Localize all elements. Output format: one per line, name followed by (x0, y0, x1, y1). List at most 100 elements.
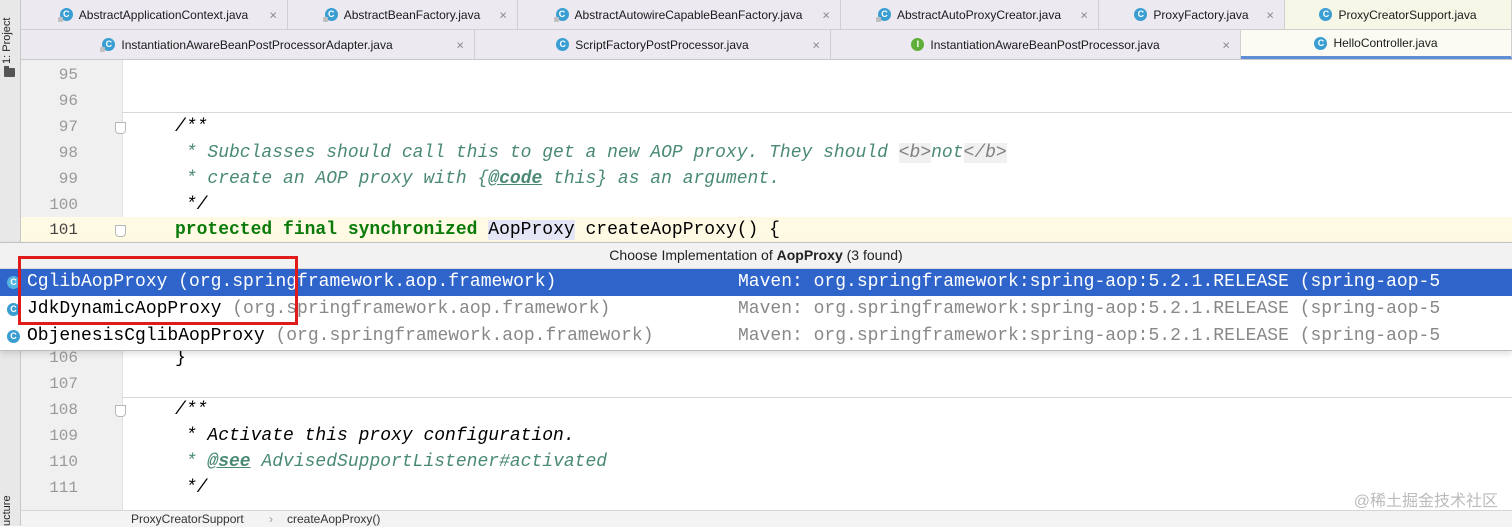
fold-icon[interactable] (115, 405, 126, 417)
line-number: 108 (49, 401, 78, 419)
code-line: 107 (21, 371, 1512, 397)
code-line: 100 */ (21, 192, 1512, 218)
tab-label: AbstractApplicationContext.java (78, 7, 249, 22)
close-icon[interactable]: × (1266, 7, 1274, 22)
code-line: 109 * Activate this proxy configuration. (21, 423, 1512, 449)
close-icon[interactable]: × (812, 37, 820, 52)
code-line: 108 /** (21, 397, 1512, 423)
tab-instantiation-aware-bpp-adapter[interactable]: C InstantiationAwareBeanPostProcessorAda… (21, 30, 475, 59)
tab-abstract-bean-factory[interactable]: C AbstractBeanFactory.java × (288, 0, 518, 29)
line-number: 111 (49, 479, 78, 497)
tab-label: InstantiationAwareBeanPostProcessorAdapt… (121, 37, 393, 52)
code-line: 111 */ (21, 475, 1512, 501)
abstract-class-icon: C (875, 8, 891, 22)
class-icon: C (7, 330, 20, 343)
class-icon: C (1314, 36, 1328, 50)
breadcrumb-class[interactable]: ProxyCreatorSupport (131, 511, 244, 527)
tab-abstract-application-context[interactable]: C AbstractApplicationContext.java × (21, 0, 288, 29)
abstract-class-icon: C (322, 8, 338, 22)
doc-comment: */ (175, 195, 208, 215)
line-number: 100 (49, 196, 78, 214)
class-icon: C (556, 38, 570, 51)
breadcrumb: ProxyCreatorSupport › createAopProxy() (21, 510, 1512, 527)
type-reference: AopProxy (488, 220, 575, 240)
editor-tabs-row-2: C InstantiationAwareBeanPostProcessorAda… (21, 30, 1512, 60)
method-signature: protected final synchronized AopProxy cr… (175, 220, 780, 240)
class-icon: C (7, 276, 20, 289)
tab-proxy-creator-support[interactable]: C ProxyCreatorSupport.java (1285, 0, 1512, 29)
class-name: CglibAopProxy (27, 272, 168, 292)
close-icon[interactable]: × (499, 7, 507, 22)
code-line: 99 * create an AOP proxy with {@code thi… (21, 166, 1512, 192)
editor-tabs-row-1: C AbstractApplicationContext.java × C Ab… (21, 0, 1512, 30)
line-number: 96 (58, 92, 78, 110)
close-icon[interactable]: × (1222, 37, 1230, 52)
folder-icon (4, 66, 15, 77)
fold-icon[interactable] (115, 122, 126, 134)
implementation-item-objenesis-cglib[interactable]: C ObjenesisCglibAopProxy (org.springfram… (0, 323, 1512, 350)
structure-tool-button[interactable]: ucture (1, 490, 19, 526)
package-name: (org.springframework.aop.framework) (167, 272, 557, 292)
tab-abstract-autowire-capable-bean-factory[interactable]: C AbstractAutowireCapableBeanFactory.jav… (518, 0, 841, 29)
chevron-right-icon: › (269, 512, 273, 526)
close-icon[interactable]: × (269, 7, 277, 22)
line-number: 95 (58, 66, 78, 84)
line-number: 110 (49, 453, 78, 471)
library-label: Maven: org.springframework:spring-aop:5.… (738, 326, 1441, 346)
package-name: (org.springframework.aop.framework) (264, 326, 654, 346)
tab-label: AbstractBeanFactory.java (343, 7, 481, 22)
abstract-class-icon: C (100, 38, 116, 52)
tab-label: HelloController.java (1333, 36, 1438, 50)
doc-comment: * @see AdvisedSupportListener#activated (175, 452, 608, 472)
line-number: 97 (58, 118, 78, 136)
abstract-class-icon: C (553, 8, 569, 22)
class-icon: C (1319, 8, 1333, 21)
class-icon: C (1134, 8, 1148, 21)
close-icon[interactable]: × (456, 37, 464, 52)
close-icon[interactable]: × (822, 7, 830, 22)
tab-label: ScriptFactoryPostProcessor.java (575, 37, 749, 52)
close-icon[interactable]: × (1080, 7, 1088, 22)
doc-comment: */ (175, 478, 208, 498)
doc-comment: * create an AOP proxy with {@code this} … (175, 169, 780, 189)
line-number: 101 (49, 221, 78, 239)
implementation-item-jdk-dynamic[interactable]: C JdkDynamicAopProxy (org.springframewor… (0, 296, 1512, 323)
class-icon: C (7, 303, 20, 316)
breadcrumb-method[interactable]: createAopProxy() (287, 511, 380, 527)
choose-implementation-popup: Choose Implementation of AopProxy (3 fou… (0, 242, 1512, 351)
project-tool-button[interactable]: 1: Project (1, 2, 19, 64)
library-label: Maven: org.springframework:spring-aop:5.… (738, 272, 1441, 292)
code-line: 97 /** (21, 114, 1512, 140)
code-line: 98 * Subclasses should call this to get … (21, 140, 1512, 166)
watermark: @稀土掘金技术社区 (1353, 493, 1498, 510)
tab-label: InstantiationAwareBeanPostProcessor.java (930, 37, 1160, 52)
current-code-line: 101 protected final synchronized AopProx… (21, 217, 1512, 243)
doc-comment: /** (175, 117, 208, 137)
line-number: 99 (58, 170, 78, 188)
tab-instantiation-aware-bpp[interactable]: I InstantiationAwareBeanPostProcessor.ja… (831, 30, 1241, 59)
fold-icon[interactable] (115, 225, 126, 237)
doc-comment: * Activate this proxy configuration. (175, 426, 575, 446)
code-line: 96 (21, 88, 1512, 114)
tab-script-factory-post-processor[interactable]: C ScriptFactoryPostProcessor.java × (475, 30, 831, 59)
line-number: 109 (49, 427, 78, 445)
implementation-item-cglib[interactable]: C CglibAopProxy (org.springframework.aop… (0, 269, 1512, 296)
line-number: 107 (49, 375, 78, 393)
class-name: JdkDynamicAopProxy (27, 299, 222, 319)
popup-title: Choose Implementation of AopProxy (3 fou… (0, 243, 1512, 269)
line-number: 98 (58, 144, 78, 162)
library-label: Maven: org.springframework:spring-aop:5.… (738, 299, 1441, 319)
doc-comment: * Subclasses should call this to get a n… (175, 143, 1007, 163)
class-name: ObjenesisCglibAopProxy (27, 326, 265, 346)
tab-abstract-auto-proxy-creator[interactable]: C AbstractAutoProxyCreator.java × (841, 0, 1099, 29)
code-line: 110 * @see AdvisedSupportListener#activa… (21, 449, 1512, 475)
tab-proxy-factory[interactable]: C ProxyFactory.java × (1099, 0, 1285, 29)
tab-label: AbstractAutowireCapableBeanFactory.java (574, 7, 803, 22)
tab-label: AbstractAutoProxyCreator.java (896, 7, 1062, 22)
package-name: (org.springframework.aop.framework) (221, 299, 611, 319)
doc-comment: /** (175, 400, 208, 420)
code-line: 95 (21, 62, 1512, 88)
tab-label: ProxyCreatorSupport.java (1338, 7, 1477, 22)
tab-label: ProxyFactory.java (1153, 7, 1249, 22)
tab-hello-controller[interactable]: C HelloController.java (1241, 30, 1512, 59)
